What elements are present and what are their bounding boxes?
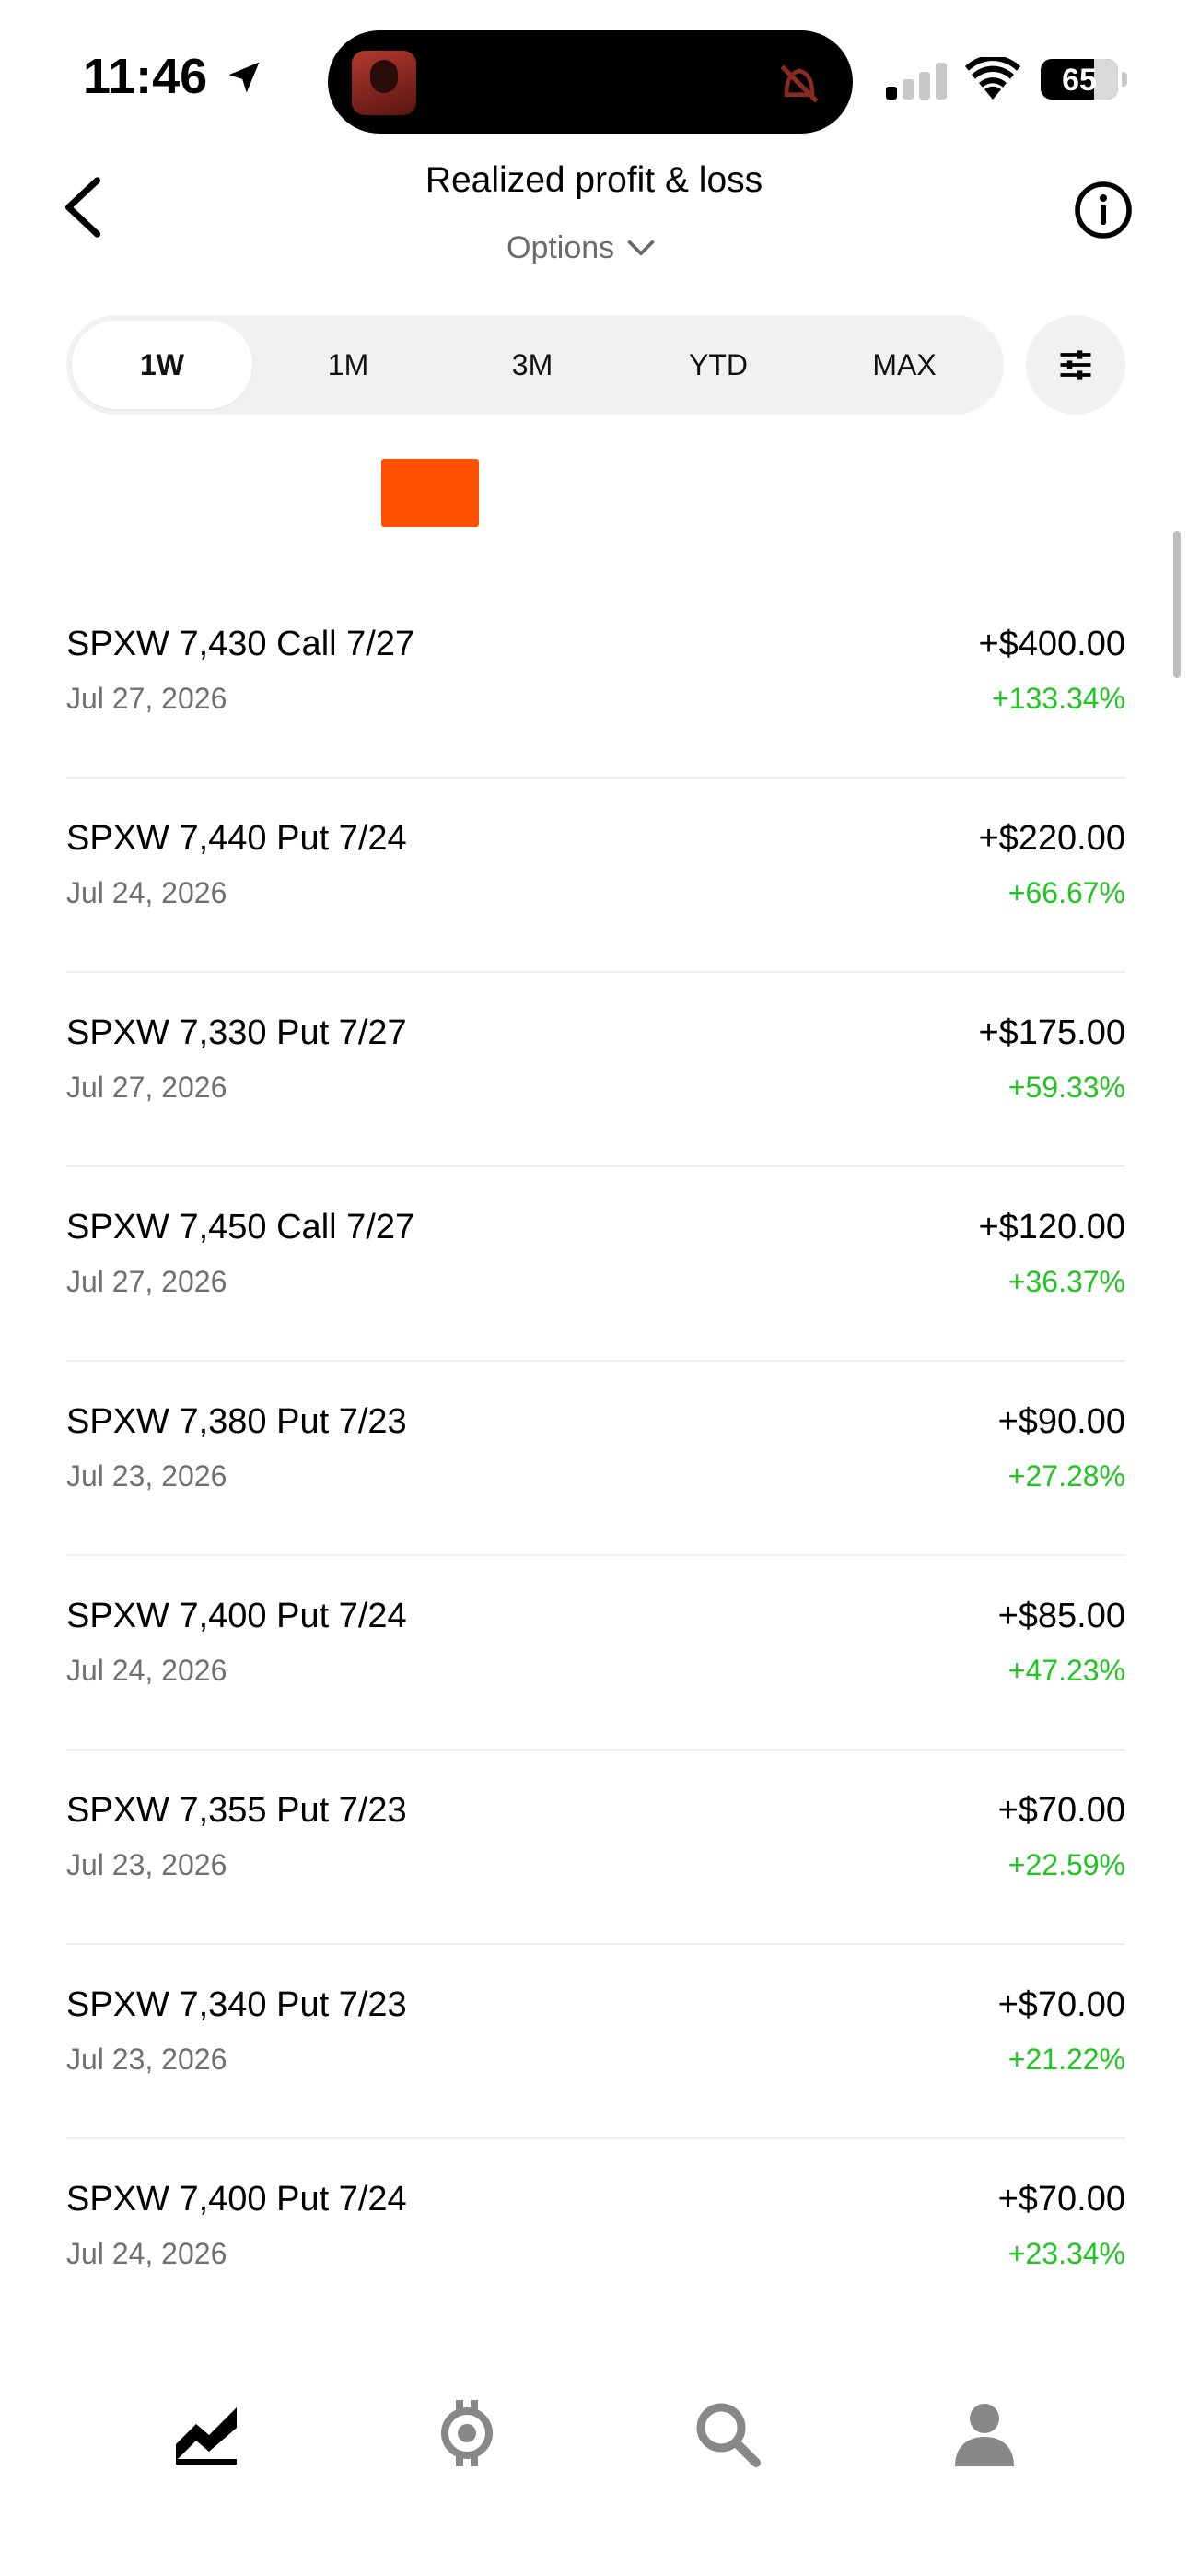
- list-item[interactable]: SPXW 7,340 Put 7/23 Jul 23, 2026 +$70.00…: [66, 1945, 1125, 2139]
- account-selector-label: Options: [507, 229, 615, 265]
- position-name: SPXW 7,400 Put 7/24: [66, 2180, 407, 2219]
- position-date: Jul 27, 2026: [66, 1071, 227, 1104]
- silent-mode-icon: [780, 64, 819, 103]
- position-name: SPXW 7,430 Call 7/27: [66, 625, 415, 663]
- nav-search[interactable]: [685, 2392, 768, 2475]
- position-amount: +$70.00: [997, 1791, 1125, 1830]
- position-date: Jul 23, 2026: [66, 1459, 227, 1493]
- search-icon: [696, 2403, 761, 2467]
- position-name: SPXW 7,330 Put 7/27: [66, 1013, 407, 1052]
- list-item[interactable]: SPXW 7,400 Put 7/24 Jul 24, 2026 +$85.00…: [66, 1556, 1125, 1751]
- account-selector-dropdown[interactable]: Options: [507, 225, 655, 271]
- list-item[interactable]: SPXW 7,330 Put 7/27 Jul 27, 2026 +$175.0…: [66, 973, 1125, 1167]
- position-amount: +$85.00: [997, 1597, 1125, 1635]
- position-name: SPXW 7,355 Put 7/23: [66, 1791, 407, 1830]
- position-name: SPXW 7,450 Call 7/27: [66, 1208, 415, 1247]
- list-item[interactable]: SPXW 7,450 Call 7/27 Jul 27, 2026 +$120.…: [66, 1167, 1125, 1362]
- chart-marker: [381, 459, 479, 527]
- position-percent: +23.34%: [1007, 2237, 1125, 2270]
- position-amount: +$70.00: [997, 2180, 1125, 2219]
- sliders-icon: [1060, 350, 1091, 380]
- battery-level: 65: [1062, 63, 1097, 98]
- investing-chart-icon: [176, 2407, 237, 2465]
- location-arrow-icon: [228, 62, 260, 93]
- list-item[interactable]: SPXW 7,400 Put 7/24 Jul 24, 2026 +$70.00…: [66, 2139, 1125, 2334]
- tab-1w[interactable]: 1W: [72, 321, 252, 409]
- time-range-tabs: 1W 1M 3M YTD MAX: [66, 315, 1004, 415]
- position-percent: +133.34%: [991, 682, 1125, 715]
- tab-1m[interactable]: 1M: [258, 321, 438, 409]
- position-percent: +66.67%: [1007, 876, 1125, 909]
- position-date: Jul 24, 2026: [66, 2237, 227, 2270]
- realized-pl-list: SPXW 7,430 Call 7/27 Jul 27, 2026 +$400.…: [66, 584, 1125, 2334]
- cellular-signal-icon: [886, 63, 947, 100]
- position-name: SPXW 7,380 Put 7/23: [66, 1402, 407, 1441]
- dynamic-island[interactable]: [328, 30, 853, 134]
- list-item[interactable]: SPXW 7,430 Call 7/27 Jul 27, 2026 +$400.…: [66, 584, 1125, 779]
- list-item[interactable]: SPXW 7,380 Put 7/23 Jul 23, 2026 +$90.00…: [66, 1362, 1125, 1556]
- position-amount: +$120.00: [978, 1208, 1125, 1247]
- position-name: SPXW 7,400 Put 7/24: [66, 1597, 407, 1635]
- position-date: Jul 24, 2026: [66, 876, 227, 909]
- position-name: SPXW 7,340 Put 7/23: [66, 1985, 407, 2024]
- wifi-icon: [965, 57, 1020, 100]
- tab-3m[interactable]: 3M: [442, 321, 623, 409]
- position-date: Jul 23, 2026: [66, 1848, 227, 1881]
- chevron-down-icon: [627, 240, 655, 256]
- position-amount: +$400.00: [978, 625, 1125, 663]
- account-person-icon: [955, 2404, 1014, 2466]
- status-bar: 11:46 65: [0, 0, 1188, 157]
- position-date: Jul 27, 2026: [66, 1265, 227, 1298]
- position-percent: +47.23%: [1007, 1654, 1125, 1687]
- position-percent: +21.22%: [1007, 2043, 1125, 2076]
- tab-ytd[interactable]: YTD: [628, 321, 809, 409]
- position-amount: +$90.00: [997, 1402, 1125, 1441]
- battery-icon: 65: [1041, 59, 1118, 100]
- page-title: Realized profit & loss: [425, 160, 763, 200]
- tab-max[interactable]: MAX: [814, 321, 995, 409]
- nav-crypto[interactable]: [425, 2392, 508, 2475]
- position-date: Jul 24, 2026: [66, 1654, 227, 1687]
- scrollbar[interactable]: [1173, 531, 1181, 678]
- filter-button[interactable]: [1026, 315, 1125, 415]
- nav-account[interactable]: [943, 2392, 1026, 2475]
- position-percent: +27.28%: [1007, 1459, 1125, 1493]
- position-percent: +36.37%: [1007, 1265, 1125, 1298]
- list-item[interactable]: SPXW 7,440 Put 7/24 Jul 24, 2026 +$220.0…: [66, 779, 1125, 973]
- info-icon[interactable]: [1074, 181, 1133, 240]
- position-date: Jul 23, 2026: [66, 2043, 227, 2076]
- position-percent: +59.33%: [1007, 1071, 1125, 1104]
- now-playing-avatar: [352, 51, 416, 115]
- bottom-nav: [0, 2322, 1188, 2576]
- position-amount: +$70.00: [997, 1985, 1125, 2024]
- position-amount: +$220.00: [978, 819, 1125, 858]
- position-date: Jul 27, 2026: [66, 682, 227, 715]
- status-time: 11:46: [83, 49, 208, 104]
- position-name: SPXW 7,440 Put 7/24: [66, 819, 407, 858]
- crypto-icon: [441, 2400, 493, 2466]
- list-item[interactable]: SPXW 7,355 Put 7/23 Jul 23, 2026 +$70.00…: [66, 1751, 1125, 1945]
- position-amount: +$175.00: [978, 1013, 1125, 1052]
- battery-tip: [1122, 72, 1127, 87]
- position-percent: +22.59%: [1007, 1848, 1125, 1881]
- nav-investing[interactable]: [166, 2392, 249, 2475]
